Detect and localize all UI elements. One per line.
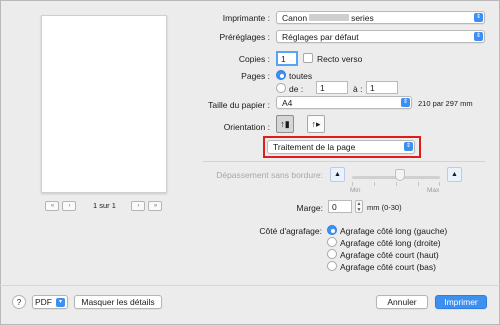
pdf-label: PDF <box>35 297 52 307</box>
margin-label: Marge: <box>296 203 323 213</box>
portrait-person-icon: ↑▮ <box>280 118 290 129</box>
pages-all-label: toutes <box>289 71 313 81</box>
print-button[interactable]: Imprimer <box>435 295 487 309</box>
orientation-label: Orientation : <box>223 122 270 132</box>
min-extension-icon: ▲ <box>330 167 345 182</box>
pages-label: Pages : <box>241 71 270 81</box>
popup-arrows-icon: ⇕ <box>404 142 413 151</box>
duplex-checkbox[interactable] <box>303 53 313 63</box>
next-page-button[interactable]: › <box>131 201 145 211</box>
paper-size-value: A4 <box>282 97 293 108</box>
presets-value: Réglages par défaut <box>282 31 359 42</box>
presets-label: Préréglages : <box>219 32 270 42</box>
previous-page-button[interactable]: ‹ <box>62 201 76 211</box>
slider-tick <box>439 182 440 186</box>
portrait-orientation-button[interactable]: ↑▮ <box>276 115 294 133</box>
printer-label: Imprimante : <box>222 13 270 23</box>
printer-name-prefix: Canon <box>282 12 308 23</box>
popup-arrows-icon: ⇕ <box>474 32 483 41</box>
section-divider <box>203 161 485 162</box>
staple-option-label: Agrafage côté long (gauche) <box>340 226 448 236</box>
duplex-label: Recto verso <box>317 54 363 64</box>
pages-to-field[interactable]: 1 <box>366 81 398 94</box>
cancel-button[interactable]: Annuler <box>376 295 428 309</box>
printer-name-suffix: series <box>351 12 374 23</box>
margin-stepper[interactable]: ▲ ▼ <box>355 200 363 213</box>
staple-long-right-radio[interactable] <box>327 237 337 247</box>
pages-range-radio[interactable] <box>276 83 286 93</box>
printer-popup[interactable]: Canon series ⇕ <box>276 11 485 24</box>
slider-tick <box>352 182 353 186</box>
popup-arrows-icon: ⇕ <box>474 13 483 22</box>
first-page-button[interactable]: « <box>45 201 59 211</box>
slider-min-label: Min <box>350 187 361 194</box>
popup-arrows-icon: ⇕ <box>401 98 410 107</box>
chevron-down-icon: ▾ <box>56 297 65 307</box>
last-page-button[interactable]: » <box>148 201 162 211</box>
staple-short-top-radio[interactable] <box>327 249 337 259</box>
staple-option-label: Agrafage côté court (bas) <box>340 262 436 272</box>
landscape-orientation-button[interactable]: ↑▸ <box>307 115 325 133</box>
paper-size-popup[interactable]: A4 ⇕ <box>276 96 412 109</box>
paper-size-label: Taille du papier : <box>208 100 270 110</box>
copies-label: Copies : <box>238 54 270 64</box>
page-preview <box>41 15 167 193</box>
slider-tick <box>396 182 397 186</box>
borderless-label: Dépassement sans bordure: <box>216 170 323 180</box>
help-button[interactable]: ? <box>12 295 26 309</box>
section-popup[interactable]: Traitement de la page ⇕ <box>267 140 415 154</box>
footer-divider <box>0 285 500 286</box>
staple-option-label: Agrafage côté long (droite) <box>340 238 441 248</box>
pages-from-label: de : <box>289 84 304 94</box>
margin-range: mm (0-30) <box>367 203 402 212</box>
pdf-menu-button[interactable]: PDF ▾ <box>32 295 68 309</box>
landscape-person-icon: ↑▸ <box>311 118 321 129</box>
paper-dimensions: 210 par 297 mm <box>418 99 473 108</box>
max-extension-icon: ▲ <box>447 167 462 182</box>
page-counter: 1 sur 1 <box>93 201 116 210</box>
staple-side-label: Côté d'agrafage: <box>259 226 322 236</box>
margin-field[interactable]: 0 <box>328 200 352 213</box>
staple-long-left-radio[interactable] <box>327 225 337 235</box>
hide-details-button[interactable]: Masquer les détails <box>74 295 162 309</box>
section-popup-value: Traitement de la page <box>273 142 356 152</box>
redacted-model <box>309 14 350 21</box>
staple-short-bottom-radio[interactable] <box>327 261 337 271</box>
slider-tick <box>418 182 419 186</box>
slider-max-label: Max <box>427 187 440 194</box>
slider-tick <box>374 182 375 186</box>
pages-from-field[interactable]: 1 <box>316 81 348 94</box>
pages-all-radio[interactable] <box>276 70 286 80</box>
presets-popup[interactable]: Réglages par défaut ⇕ <box>276 30 485 43</box>
staple-option-label: Agrafage côté court (haut) <box>340 250 439 260</box>
copies-field[interactable]: 1 <box>276 51 298 66</box>
pages-to-label: à : <box>353 84 363 94</box>
